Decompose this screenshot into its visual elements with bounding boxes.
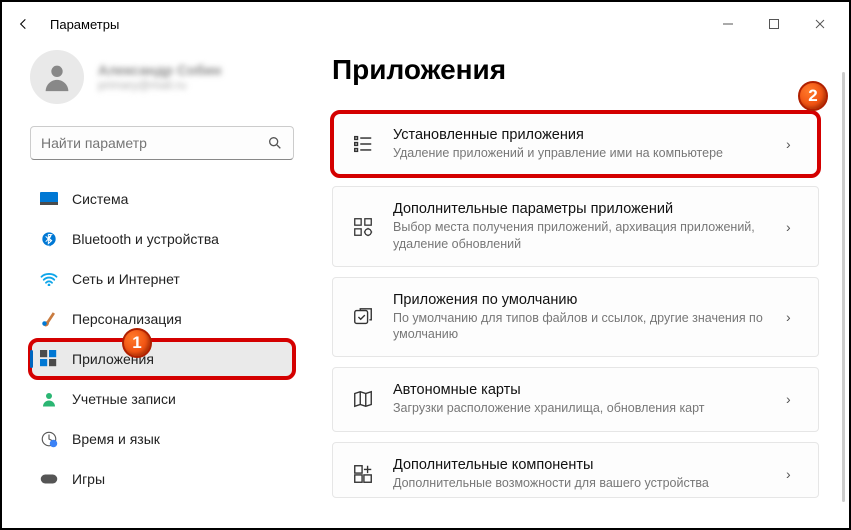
card-offline-maps[interactable]: Автономные карты Загрузки расположение х… — [332, 367, 819, 431]
avatar — [30, 50, 84, 104]
clock-globe-icon — [40, 430, 58, 448]
titlebar: Параметры — [2, 2, 849, 46]
sidebar-item-bluetooth[interactable]: Bluetooth и устройства — [30, 220, 294, 258]
card-title: Дополнительные параметры приложений — [393, 201, 768, 217]
card-title: Автономные карты — [393, 382, 768, 398]
page-title: Приложения — [332, 54, 819, 86]
card-default-apps[interactable]: Приложения по умолчанию По умолчанию для… — [332, 277, 819, 358]
sidebar-item-network[interactable]: Сеть и Интернет — [30, 260, 294, 298]
card-title: Дополнительные компоненты — [393, 457, 768, 473]
chevron-right-icon: › — [786, 309, 800, 325]
minimize-button[interactable] — [705, 8, 751, 40]
wifi-icon — [40, 270, 58, 288]
apps-gear-icon — [351, 215, 375, 239]
window-title: Параметры — [50, 17, 119, 32]
sidebar-item-label: Учетные записи — [72, 391, 176, 407]
card-subtitle: Дополнительные возможности для вашего ус… — [393, 475, 768, 491]
card-subtitle: Загрузки расположение хранилища, обновле… — [393, 400, 768, 416]
user-email: primary@mail.ru — [98, 78, 221, 92]
scrollbar-vertical[interactable] — [842, 72, 845, 502]
sidebar-item-label: Сеть и Интернет — [72, 271, 180, 287]
bluetooth-icon — [40, 230, 58, 248]
sidebar-item-personalization[interactable]: Персонализация — [30, 300, 294, 338]
sidebar-item-label: Время и язык — [72, 431, 160, 447]
card-title: Приложения по умолчанию — [393, 292, 768, 308]
add-feature-icon — [351, 462, 375, 486]
sidebar-item-apps[interactable]: Приложения 1 — [30, 340, 294, 378]
main-content: Приложения Установленные приложения Удал… — [312, 46, 849, 528]
card-optional-features[interactable]: Дополнительные компоненты Дополнительные… — [332, 442, 819, 498]
search-icon — [267, 135, 283, 151]
card-installed-apps[interactable]: Установленные приложения Удаление прилож… — [332, 112, 819, 176]
default-apps-icon — [351, 305, 375, 329]
gaming-icon — [40, 470, 58, 488]
sidebar-item-gaming[interactable]: Игры — [30, 460, 294, 498]
card-subtitle: Удаление приложений и управление ими на … — [393, 145, 768, 161]
annotation-badge-2: 2 — [798, 81, 828, 111]
apps-icon — [40, 350, 58, 368]
chevron-right-icon: › — [786, 219, 800, 235]
sidebar: Александр Собин primary@mail.ru Система … — [2, 46, 312, 528]
user-profile[interactable]: Александр Собин primary@mail.ru — [30, 50, 294, 104]
sidebar-item-label: Система — [72, 191, 128, 207]
card-title: Установленные приложения — [393, 127, 768, 143]
search-input[interactable] — [41, 135, 267, 151]
chevron-right-icon: › — [786, 466, 800, 482]
sidebar-item-accounts[interactable]: Учетные записи — [30, 380, 294, 418]
chevron-right-icon: › — [786, 391, 800, 407]
back-button[interactable] — [8, 8, 40, 40]
brush-icon — [40, 310, 58, 328]
search-box[interactable] — [30, 126, 294, 160]
window-controls — [705, 8, 843, 40]
sidebar-nav: Система Bluetooth и устройства Сеть и Ин… — [30, 180, 294, 498]
user-name: Александр Собин — [98, 62, 221, 78]
sidebar-item-label: Персонализация — [72, 311, 182, 327]
card-advanced-app-settings[interactable]: Дополнительные параметры приложений Выбо… — [332, 186, 819, 267]
accounts-icon — [40, 390, 58, 408]
sidebar-item-time-language[interactable]: Время и язык — [30, 420, 294, 458]
system-icon — [40, 190, 58, 208]
chevron-right-icon: › — [786, 136, 800, 152]
list-icon — [351, 132, 375, 156]
map-icon — [351, 387, 375, 411]
annotation-badge-1: 1 — [122, 328, 152, 358]
maximize-button[interactable] — [751, 8, 797, 40]
sidebar-item-label: Bluetooth и устройства — [72, 231, 219, 247]
close-button[interactable] — [797, 8, 843, 40]
sidebar-item-system[interactable]: Система — [30, 180, 294, 218]
sidebar-item-label: Игры — [72, 471, 105, 487]
card-subtitle: По умолчанию для типов файлов и ссылок, … — [393, 310, 768, 343]
card-subtitle: Выбор места получения приложений, архива… — [393, 219, 768, 252]
